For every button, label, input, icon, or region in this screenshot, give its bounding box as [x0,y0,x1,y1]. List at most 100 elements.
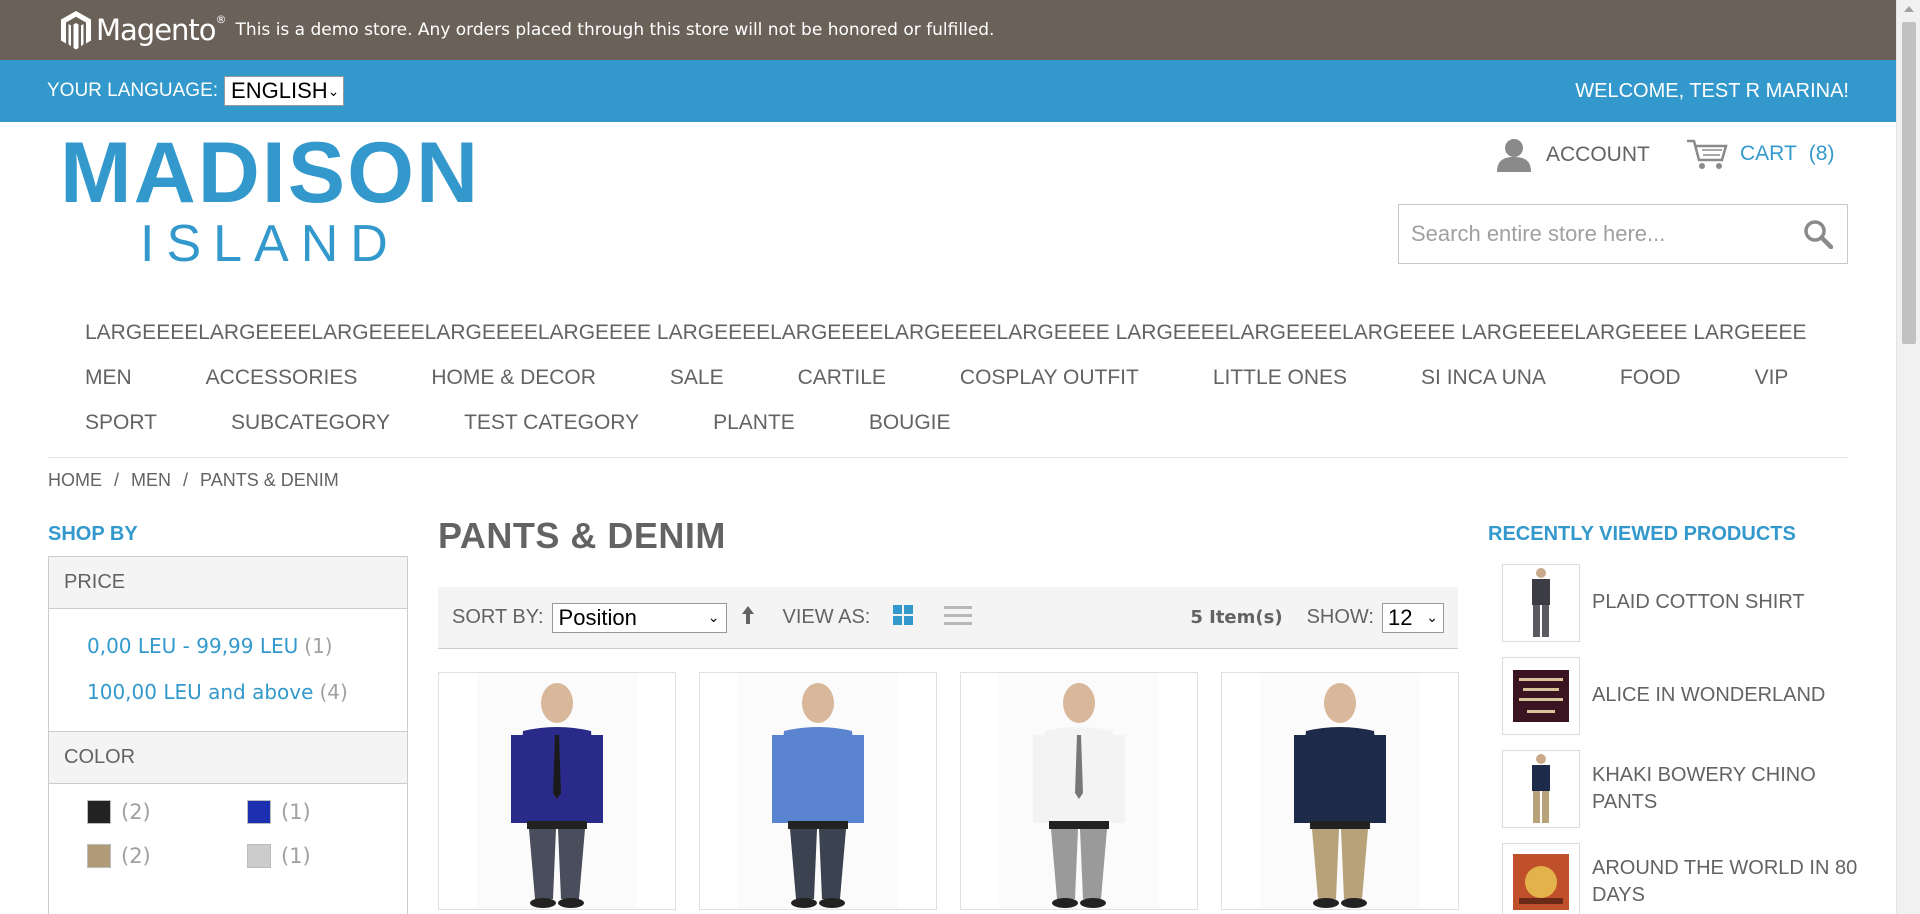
price-filter: PRICE 0,00 LEU - 99,99 LEU (1) 100,00 LE… [48,556,408,732]
nav-item-plante[interactable]: PLANTE [676,411,832,435]
show-per-page-select[interactable]: 12 ⌄ [1382,602,1444,633]
recently-viewed-thumbnail[interactable] [1502,749,1580,828]
cart-count: (8) [1808,142,1835,165]
price-filter-heading[interactable]: PRICE [49,557,407,609]
price-option[interactable]: 0,00 LEU - 99,99 LEU (1) [87,623,407,669]
page-title: PANTS & DENIM [438,515,726,556]
nav-item-largeeee[interactable]: LARGEEEELARGEEEELARGEEEELARGEEEELARGEEEE… [48,321,1844,345]
store-logo[interactable]: MADISON ISLAND [60,130,480,272]
language-select[interactable]: English ⌄ [224,76,345,106]
breadcrumb-men[interactable]: MEN [131,470,171,491]
nav-item-bougie[interactable]: BOUGIE [832,411,988,435]
show-label: SHOW: [1306,606,1374,628]
recently-viewed-name[interactable]: AROUND THE WORLD IN 80 DAYS [1592,855,1862,909]
nav-row-3: SPORT SUBCATEGORY TEST CATEGORY PLANTE B… [48,400,1848,445]
nav-item-accessories[interactable]: ACCESSORIES [169,366,395,390]
color-swatch-item[interactable]: (2) [87,800,247,824]
recently-viewed-thumbnail[interactable] [1502,656,1580,735]
nav-item-cartile[interactable]: CARTILE [761,366,923,390]
nav-item-cosplay-outfit[interactable]: COSPLAY OUTFIT [923,366,1176,390]
color-swatches: (2) (1) (2) (1) [49,784,407,868]
scroll-up-arrow-icon[interactable] [1904,6,1914,12]
language-label: YOUR LANGUAGE: [47,80,219,101]
recently-viewed-item[interactable]: AROUND THE WORLD IN 80 DAYS [1502,835,1862,914]
nav-item-little-ones[interactable]: LITTLE ONES [1176,366,1384,390]
product-toolbar: SORT BY: Position ⌄ VIEW AS: 5 Item(s) S… [438,587,1458,649]
logo-line-2: ISLAND [140,215,400,273]
color-swatch [247,844,271,868]
breadcrumb-home[interactable]: HOME [48,470,102,491]
color-swatch-item[interactable]: (2) [87,844,247,868]
nav-item-sale[interactable]: SALE [633,366,761,390]
color-swatch-count: (1) [281,844,311,868]
product-tile[interactable] [438,672,676,910]
welcome-message: WELCOME, TEST R MARINA! [1575,79,1849,102]
recently-viewed-name[interactable]: PLAID COTTON SHIRT [1592,589,1805,616]
product-tile[interactable] [699,672,937,910]
language-switcher: YOUR LANGUAGE: English ⌄ [47,76,345,106]
recently-viewed-thumbnail[interactable] [1502,563,1580,642]
list-view-icon[interactable] [944,604,973,632]
recently-viewed-name[interactable]: KHAKI BOWERY CHINO PANTS [1592,762,1862,816]
breadcrumb: HOME / MEN / PANTS & DENIM [48,470,339,491]
nav-item-sport[interactable]: SPORT [48,411,194,435]
breadcrumb-separator: / [183,470,189,490]
recently-viewed-name[interactable]: ALICE IN WONDERLAND [1592,682,1825,709]
price-option-label: 0,00 LEU - 99,99 LEU [87,634,299,658]
price-option-count: (4) [319,680,348,704]
view-as-label: VIEW AS: [782,606,871,628]
color-swatch-count: (2) [121,800,151,824]
nav-item-si-inca-una[interactable]: SI INCA UNA [1384,366,1583,390]
recently-viewed-title: RECENTLY VIEWED PRODUCTS [1488,523,1796,545]
color-filter: COLOR (2) (1) (2) (1) [48,731,408,914]
color-swatch [87,844,111,868]
nav-item-test-category[interactable]: TEST CATEGORY [427,411,676,435]
nav-item-home-decor[interactable]: HOME & DECOR [394,366,633,390]
recently-viewed-item[interactable]: ALICE IN WONDERLAND [1502,649,1862,742]
cart-icon [1687,139,1728,169]
sort-by-select[interactable]: Position ⌄ [551,602,727,633]
product-image [1260,673,1420,909]
price-options: 0,00 LEU - 99,99 LEU (1) 100,00 LEU and … [49,609,407,715]
color-swatch-count: (2) [121,844,151,868]
price-option[interactable]: 100,00 LEU and above (4) [87,669,407,715]
grid-view-icon[interactable] [892,604,914,632]
color-filter-heading[interactable]: COLOR [49,732,407,784]
color-swatch-item[interactable]: (1) [247,800,407,824]
language-select-value: English [231,78,328,103]
scrollbar-thumb[interactable] [1902,22,1916,344]
account-label: ACCOUNT [1546,143,1650,166]
price-option-count: (1) [304,634,333,658]
product-tile[interactable] [1221,672,1459,910]
language-bar: YOUR LANGUAGE: English ⌄ WELCOME, TEST R… [0,60,1896,122]
color-swatch-item[interactable]: (1) [247,844,407,868]
recently-viewed-item[interactable]: KHAKI BOWERY CHINO PANTS [1502,742,1862,835]
logo-line-1: MADISON [60,125,481,221]
nav-item-subcategory[interactable]: SUBCATEGORY [194,411,427,435]
nav-row-1: LARGEEEELARGEEEELARGEEEELARGEEEELARGEEEE… [48,310,1848,355]
color-swatch [247,800,271,824]
cart-link[interactable]: CART (8) [1686,138,1834,170]
nav-item-men[interactable]: MEN [48,366,169,390]
nav-item-food[interactable]: FOOD [1583,366,1718,390]
show-per-page-value: 12 [1388,604,1413,630]
product-tile[interactable] [960,672,1198,910]
search-input[interactable] [1411,221,1801,247]
search-icon[interactable] [1801,217,1835,251]
recently-viewed-thumbnail[interactable] [1502,842,1580,914]
demo-notice-bar: Magento® This is a demo store. Any order… [0,0,1920,60]
breadcrumb-separator: / [114,470,120,490]
product-grid [438,672,1459,910]
chevron-down-icon: ⌄ [1426,609,1438,625]
nav-item-vip[interactable]: VIP [1718,366,1826,390]
nav-row-2: MEN ACCESSORIES HOME & DECOR SALE CARTIL… [48,355,1848,400]
page-scrollbar[interactable] [1896,0,1920,914]
main-navigation: LARGEEEELARGEEEELARGEEEELARGEEEELARGEEEE… [48,310,1848,458]
account-link[interactable]: ACCOUNT [1496,138,1650,172]
color-swatch-count: (1) [281,800,311,824]
product-image [999,673,1159,909]
sort-direction-icon[interactable] [741,605,755,631]
recently-viewed-item[interactable]: PLAID COTTON SHIRT [1502,556,1862,649]
sort-by-value: Position [558,604,637,630]
magento-logo-icon [61,11,91,50]
